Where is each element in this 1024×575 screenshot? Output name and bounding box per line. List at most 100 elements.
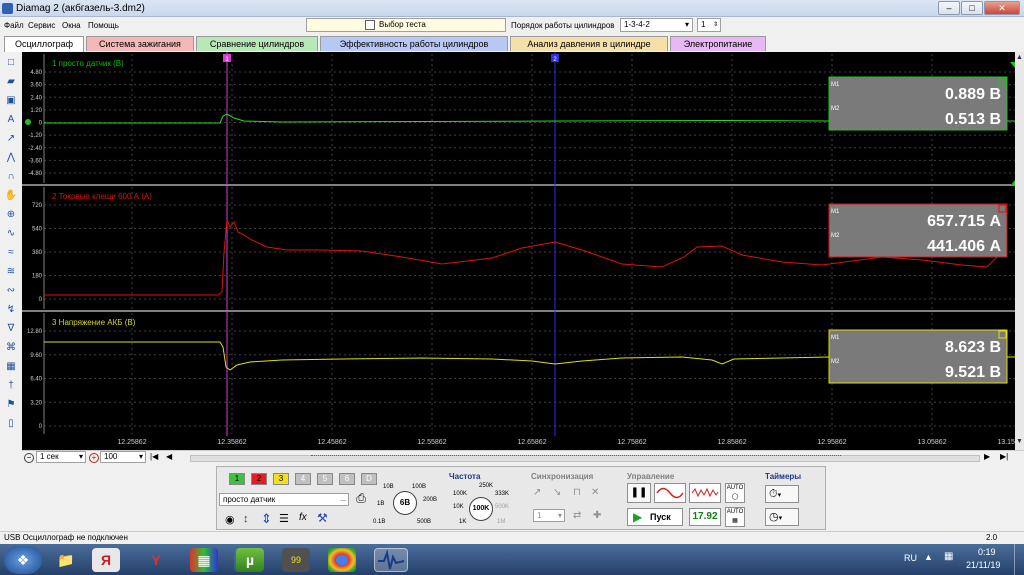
menu-bar: Файл Сервис Окна Помощь Выбор теста Поря…	[0, 17, 1024, 34]
sync-expand-icon[interactable]: ✚	[593, 510, 601, 521]
volt-knob[interactable]: 6В	[393, 491, 417, 515]
sync-arrows-icon[interactable]: ⇄	[573, 510, 581, 521]
cyl-order-select[interactable]: 1-3-4-2 ▾	[620, 18, 693, 32]
marker-icon[interactable]: †	[4, 379, 18, 393]
sensor-settings-icon[interactable]: ⎙	[353, 491, 369, 507]
channel-button-5[interactable]: 5	[317, 473, 333, 485]
diamag-taskbar-icon[interactable]	[374, 548, 408, 572]
freq-knob[interactable]: 100K	[469, 497, 493, 521]
grid-icon[interactable]: ▦	[4, 360, 18, 374]
network-icon[interactable]: ▦	[944, 551, 953, 562]
flag-icon[interactable]: ⚑	[4, 398, 18, 412]
tab-2[interactable]: Система зажигания	[86, 36, 194, 51]
channel-button-D[interactable]: D	[361, 473, 377, 485]
eye-icon[interactable]: ◉	[225, 513, 235, 526]
channel-button-3[interactable]: 3	[273, 473, 289, 485]
auto-icon[interactable]: A	[4, 113, 18, 127]
wave2-icon[interactable]: ≈	[4, 246, 18, 260]
explorer-icon[interactable]: 📁	[52, 548, 80, 572]
chrome-icon[interactable]	[328, 548, 356, 572]
channel-button-4[interactable]: 4	[295, 473, 311, 485]
yandex-browser-icon[interactable]: Y	[142, 548, 170, 572]
wave4-icon[interactable]: ∾	[4, 284, 18, 298]
channel-button-6[interactable]: 6	[339, 473, 355, 485]
sync-pulse-icon[interactable]: ⊓	[573, 487, 581, 498]
next-icon[interactable]: ▶	[984, 452, 990, 461]
new-icon[interactable]: □	[4, 56, 18, 70]
menu-file[interactable]: Файл	[4, 21, 24, 30]
prev-icon[interactable]: ◀	[166, 452, 172, 461]
test-select[interactable]: Выбор теста	[306, 18, 506, 32]
oscilloscope: 4.80 3.60 2.40 1.20 0 -1.20 -2.40 -3.60 -4.80 1 п…	[22, 52, 1015, 450]
hand-icon[interactable]: ✋	[4, 189, 18, 203]
scroll-thumb[interactable]	[311, 455, 841, 456]
timer-button-1[interactable]: ⏱▾	[765, 485, 799, 503]
last-icon[interactable]: ▶|	[1000, 452, 1008, 461]
start-button[interactable]: ▶ Пуск	[627, 508, 683, 526]
noise-wave-icon[interactable]	[689, 483, 721, 503]
channel-button-2[interactable]: 2	[251, 473, 267, 485]
utorrent-icon[interactable]: µ	[236, 548, 264, 572]
zoom-select[interactable]: 100 ▾	[100, 451, 146, 463]
yandex-disk-icon[interactable]: Я	[92, 548, 120, 572]
tab-6[interactable]: Электропитание	[670, 36, 766, 51]
wave-icon[interactable]: ∿	[4, 227, 18, 241]
clock-time[interactable]: 0:19	[978, 547, 996, 557]
scroll-down-icon[interactable]: ▼	[1015, 438, 1024, 446]
zoom-in-icon[interactable]: +	[89, 453, 99, 463]
tab-5[interactable]: Анализ давления в цилиндре	[510, 36, 668, 51]
doc-icon[interactable]: ▯	[4, 417, 18, 431]
tab-3[interactable]: Сравнение цилиндров	[196, 36, 318, 51]
scroll-up-icon[interactable]: ▲	[1015, 54, 1024, 62]
channel-button-1[interactable]: 1	[229, 473, 245, 485]
function-icon[interactable]: fx	[299, 512, 307, 523]
measure-m1-label: M1	[831, 335, 840, 341]
cyl-count-stepper[interactable]: 1 ⇕	[697, 18, 721, 32]
sine-wave-icon[interactable]	[654, 483, 686, 503]
first-icon[interactable]: |◀	[150, 452, 158, 461]
pause-icon[interactable]: ❚❚	[627, 483, 651, 503]
zoom-icon[interactable]: ⊕	[4, 208, 18, 222]
spike-icon[interactable]: ⋀	[4, 151, 18, 165]
close-button[interactable]: ✕	[984, 1, 1020, 15]
tray-up-icon[interactable]: ▲	[924, 552, 933, 562]
sync-close-icon[interactable]: ✕	[591, 487, 599, 498]
tools-icon[interactable]: ⚒	[317, 511, 328, 525]
plug-icon[interactable]: ⌘	[4, 341, 18, 355]
open-icon[interactable]: ▰	[4, 75, 18, 89]
sync-rise-icon[interactable]: ↗	[533, 487, 541, 498]
time-div-select[interactable]: 1 сек ▾	[36, 451, 86, 463]
timer-button-2[interactable]: ◷▾	[765, 508, 799, 526]
sync-fall-icon[interactable]: ↘	[553, 487, 561, 498]
sync-select[interactable]: 1 ▾	[533, 509, 565, 522]
tc-icon[interactable]: 99	[282, 548, 310, 572]
save-icon[interactable]: ▣	[4, 94, 18, 108]
auto-icon[interactable]: AUTO ◯	[725, 483, 745, 503]
rubik-icon[interactable]: ▦	[190, 548, 218, 572]
horizontal-scrollbar[interactable]	[190, 455, 980, 462]
show-desktop-button[interactable]	[1014, 544, 1024, 575]
filter-icon[interactable]: ∇	[4, 322, 18, 336]
zoom-out-icon[interactable]: −	[24, 453, 34, 463]
wave3-icon[interactable]: ≋	[4, 265, 18, 279]
lines-icon[interactable]: ☰	[279, 512, 289, 525]
tab-4[interactable]: Эффективность работы цилиндров	[320, 36, 508, 51]
tab-1[interactable]: Осциллограф	[4, 36, 84, 52]
auto2-icon[interactable]: AUTO ▦	[725, 507, 745, 527]
sensor-select[interactable]: просто датчик...	[219, 493, 349, 506]
minimize-button[interactable]: –	[938, 1, 960, 15]
language-indicator[interactable]: RU	[904, 553, 917, 563]
menu-service[interactable]: Сервис	[28, 21, 55, 30]
y-tick-label: 540	[32, 227, 43, 233]
ear-icon[interactable]: ∩	[4, 170, 18, 184]
clock-date[interactable]: 21/11/19	[966, 560, 1000, 570]
menu-help[interactable]: Помощь	[88, 21, 119, 30]
maximize-button[interactable]: □	[961, 1, 983, 15]
vertical-scrollbar[interactable]: ▲ ▼	[1015, 52, 1024, 450]
flash-icon[interactable]: ↯	[4, 303, 18, 317]
menu-windows[interactable]: Окна	[62, 21, 81, 30]
offset-icon[interactable]: ⇕	[261, 511, 272, 527]
invert-icon[interactable]: ↕	[243, 513, 249, 525]
cursor-icon[interactable]: ↗	[4, 132, 18, 146]
start-menu-icon[interactable]: ❖	[4, 546, 42, 574]
